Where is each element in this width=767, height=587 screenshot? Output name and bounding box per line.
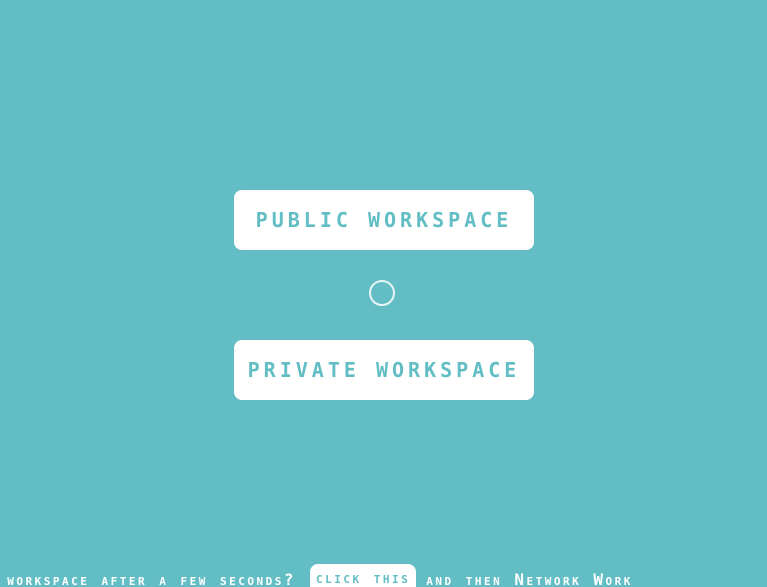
footer-notice: n workspace after a few seconds? click t… [0, 564, 767, 587]
click-this-link[interactable]: click this [309, 564, 417, 587]
private-workspace-button[interactable]: private workspace [234, 340, 534, 400]
footer-prefix-text: n workspace after a few seconds? [0, 569, 296, 587]
loading-spinner-icon [369, 280, 395, 306]
footer-suffix-text: and then Network Work [426, 569, 633, 587]
public-workspace-button[interactable]: public workspace [234, 190, 534, 250]
